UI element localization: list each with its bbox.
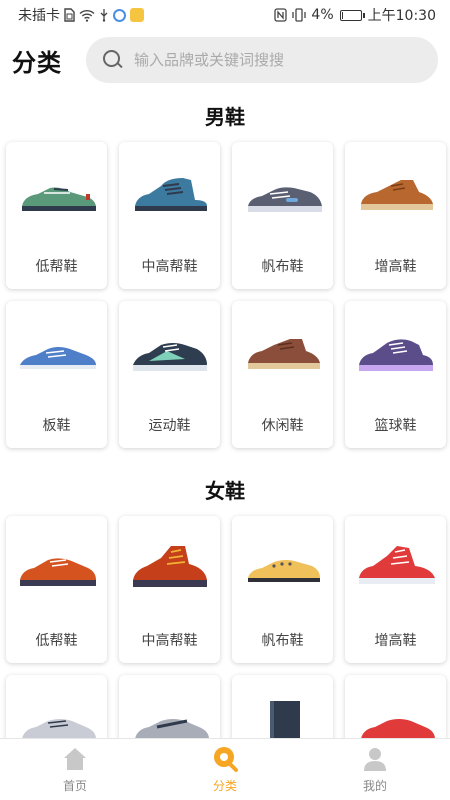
low-top-sneaker-icon	[21, 187, 96, 211]
nav-item-category[interactable]: 分类	[150, 739, 300, 800]
section-men: 男鞋 低帮鞋 中高帮鞋 帆布鞋 增高鞋 板鞋 运动鞋 休闲鞋 篮球鞋	[0, 92, 450, 448]
sneaker-icon	[21, 719, 96, 738]
category-label: 帆布鞋	[261, 633, 304, 649]
category-card[interactable]: 增高鞋	[345, 142, 446, 289]
category-card[interactable]: 低帮鞋	[6, 516, 107, 663]
category-card[interactable]: 增高鞋	[345, 516, 446, 663]
category-card[interactable]: 运动鞋	[119, 301, 220, 448]
header: 分类	[0, 36, 450, 84]
category-card[interactable]: 休闲鞋	[232, 301, 333, 448]
canvas-shoe-icon	[247, 187, 322, 212]
canvas-shoe-icon	[247, 560, 320, 582]
mid-top-boot-icon	[132, 546, 207, 587]
sim-icon	[64, 8, 75, 22]
nav-label: 我的	[362, 779, 387, 793]
category-card[interactable]: 帆布鞋	[232, 516, 333, 663]
category-card[interactable]: 帆布鞋	[232, 142, 333, 289]
category-grid: 低帮鞋 中高帮鞋 帆布鞋 增高鞋	[0, 516, 450, 738]
category-card[interactable]: 低帮鞋	[6, 142, 107, 289]
category-card[interactable]	[232, 675, 333, 738]
sneaker-icon	[134, 719, 209, 738]
nav-label: 分类	[212, 779, 237, 793]
running-shoe-icon	[132, 343, 207, 371]
battery-level-fill	[341, 11, 343, 19]
battery-icon	[339, 9, 365, 21]
nav-item-profile[interactable]: 我的	[300, 739, 450, 800]
category-label: 增高鞋	[374, 633, 417, 649]
high-top-sneaker-icon	[358, 546, 435, 584]
carrier-text: 未插卡	[18, 8, 60, 24]
category-label: 运动鞋	[148, 418, 191, 434]
category-card[interactable]	[6, 675, 107, 738]
nav-label: 首页	[62, 779, 87, 793]
app-notification-icon	[130, 8, 144, 22]
section-title: 男鞋	[205, 105, 245, 129]
category-card[interactable]: 中高帮鞋	[119, 516, 220, 663]
category-card[interactable]: 板鞋	[6, 301, 107, 448]
category-search-icon	[214, 747, 238, 772]
skate-shoe-icon	[19, 347, 96, 369]
status-left: 未插卡	[18, 5, 144, 25]
category-label: 低帮鞋	[35, 633, 78, 649]
elevator-shoe-icon	[360, 180, 433, 210]
vibrate-icon	[292, 8, 307, 22]
category-grid: 低帮鞋 中高帮鞋 帆布鞋 增高鞋 板鞋 运动鞋 休闲鞋 篮球鞋	[0, 142, 450, 448]
section-women: 女鞋 低帮鞋 中高帮鞋 帆布鞋 增高鞋	[0, 466, 450, 738]
page-title: 分类	[12, 48, 62, 77]
status-right: 4% 上午10:30	[274, 5, 436, 25]
category-label: 低帮鞋	[35, 259, 78, 275]
bottom-nav: 首页 分类 我的	[0, 738, 450, 800]
category-card[interactable]: 篮球鞋	[345, 301, 446, 448]
category-card[interactable]: 中高帮鞋	[119, 142, 220, 289]
basketball-shoe-icon	[358, 339, 433, 371]
mid-top-sneaker-icon	[134, 178, 207, 211]
search-icon	[102, 49, 124, 71]
category-label: 板鞋	[42, 418, 71, 434]
nfc-icon	[274, 8, 288, 22]
category-label: 篮球鞋	[374, 418, 417, 434]
category-label: 中高帮鞋	[141, 633, 198, 649]
usb-icon	[100, 9, 108, 22]
search-input[interactable]	[134, 51, 422, 69]
section-title: 女鞋	[205, 479, 245, 503]
category-label: 中高帮鞋	[141, 259, 198, 275]
clock-time: 上午10:30	[367, 8, 436, 24]
category-label: 休闲鞋	[261, 418, 304, 434]
wifi-icon	[79, 9, 95, 22]
category-card[interactable]	[345, 675, 446, 738]
category-label: 帆布鞋	[261, 259, 304, 275]
user-icon	[364, 748, 386, 771]
battery-percent: 4%	[311, 7, 334, 23]
app-notification-icon	[113, 8, 126, 22]
low-top-shoe-icon	[19, 558, 96, 586]
category-label: 增高鞋	[374, 259, 417, 275]
casual-shoe-icon	[247, 339, 320, 369]
nav-item-home[interactable]: 首页	[0, 739, 150, 800]
boot-icon	[269, 701, 300, 738]
status-bar: 未插卡 4% 上午10:30	[0, 0, 450, 30]
sneaker-icon	[360, 719, 435, 738]
search-bar[interactable]	[86, 37, 438, 83]
home-icon	[64, 748, 86, 770]
category-card[interactable]	[119, 675, 220, 738]
category-content[interactable]: 男鞋 低帮鞋 中高帮鞋 帆布鞋 增高鞋 板鞋 运动鞋 休闲鞋 篮球鞋 女鞋 低帮…	[0, 92, 450, 738]
